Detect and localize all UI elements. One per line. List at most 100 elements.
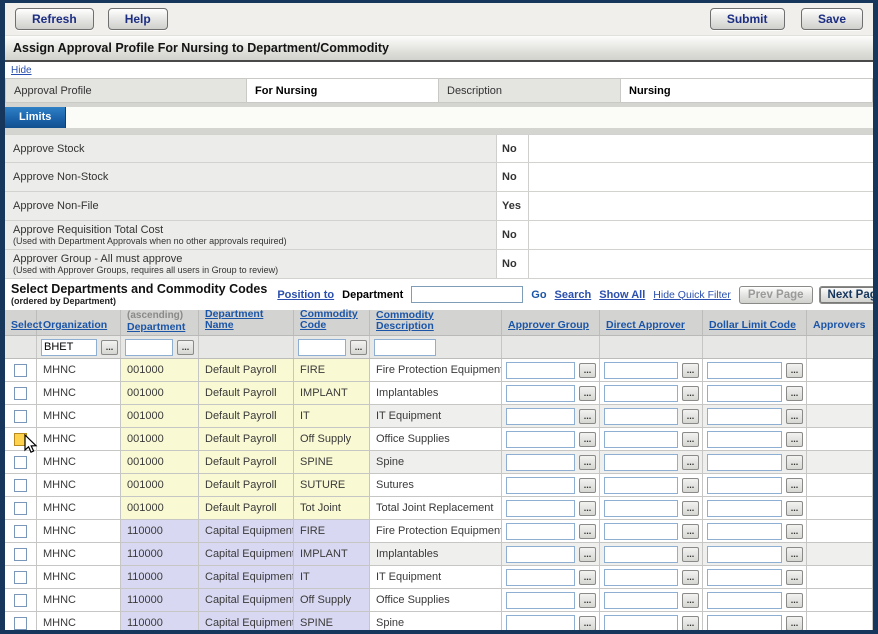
dollar-limit-code-input[interactable] xyxy=(707,408,782,425)
approver-group-input[interactable] xyxy=(506,569,575,586)
header-direct-approver[interactable]: Direct Approver xyxy=(606,320,685,331)
approver-group-lookup-button[interactable]: ... xyxy=(579,363,596,378)
approver-group-input[interactable] xyxy=(506,477,575,494)
filter-commodity-description-input[interactable] xyxy=(374,339,436,356)
approver-group-input[interactable] xyxy=(506,431,575,448)
submit-button[interactable]: Submit xyxy=(710,8,785,30)
approver-group-lookup-button[interactable]: ... xyxy=(579,409,596,424)
tab-limits[interactable]: Limits xyxy=(5,107,66,128)
direct-approver-lookup-button[interactable]: ... xyxy=(682,501,699,516)
filter-organization-input[interactable] xyxy=(41,339,97,356)
position-to-input[interactable] xyxy=(411,286,523,303)
organization-lookup-button[interactable]: ... xyxy=(101,340,118,355)
dollar-limit-lookup-button[interactable]: ... xyxy=(786,547,803,562)
row-checkbox[interactable] xyxy=(14,387,27,400)
direct-approver-input[interactable] xyxy=(604,523,678,540)
go-button[interactable]: Go xyxy=(531,289,546,301)
dollar-limit-code-input[interactable] xyxy=(707,523,782,540)
direct-approver-lookup-button[interactable]: ... xyxy=(682,547,699,562)
dollar-limit-lookup-button[interactable]: ... xyxy=(786,455,803,470)
dollar-limit-code-input[interactable] xyxy=(707,477,782,494)
direct-approver-input[interactable] xyxy=(604,408,678,425)
header-organization[interactable]: Organization xyxy=(43,320,107,331)
dollar-limit-code-input[interactable] xyxy=(707,569,782,586)
approver-group-input[interactable] xyxy=(506,523,575,540)
hide-link[interactable]: Hide xyxy=(11,65,32,76)
direct-approver-input[interactable] xyxy=(604,592,678,609)
row-checkbox[interactable] xyxy=(14,617,27,630)
direct-approver-input[interactable] xyxy=(604,454,678,471)
dollar-limit-lookup-button[interactable]: ... xyxy=(786,432,803,447)
row-checkbox[interactable] xyxy=(14,571,27,584)
dollar-limit-lookup-button[interactable]: ... xyxy=(786,386,803,401)
approver-group-input[interactable] xyxy=(506,546,575,563)
dollar-limit-lookup-button[interactable]: ... xyxy=(786,501,803,516)
position-to-link[interactable]: Position to xyxy=(277,289,334,301)
row-checkbox[interactable] xyxy=(14,433,27,446)
row-checkbox[interactable] xyxy=(14,502,27,515)
filter-department-input[interactable] xyxy=(125,339,173,356)
direct-approver-lookup-button[interactable]: ... xyxy=(682,570,699,585)
dollar-limit-lookup-button[interactable]: ... xyxy=(786,363,803,378)
direct-approver-input[interactable] xyxy=(604,615,678,632)
approver-group-lookup-button[interactable]: ... xyxy=(579,455,596,470)
dollar-limit-lookup-button[interactable]: ... xyxy=(786,593,803,608)
search-link[interactable]: Search xyxy=(555,289,592,301)
dollar-limit-code-input[interactable] xyxy=(707,500,782,517)
dollar-limit-code-input[interactable] xyxy=(707,454,782,471)
row-checkbox[interactable] xyxy=(14,456,27,469)
approver-group-input[interactable] xyxy=(506,592,575,609)
dollar-limit-code-input[interactable] xyxy=(707,615,782,632)
approver-group-lookup-button[interactable]: ... xyxy=(579,616,596,631)
direct-approver-input[interactable] xyxy=(604,500,678,517)
approver-group-lookup-button[interactable]: ... xyxy=(579,524,596,539)
direct-approver-input[interactable] xyxy=(604,477,678,494)
approver-group-input[interactable] xyxy=(506,362,575,379)
direct-approver-lookup-button[interactable]: ... xyxy=(682,386,699,401)
filter-commodity-code-input[interactable] xyxy=(298,339,346,356)
approver-group-lookup-button[interactable]: ... xyxy=(579,570,596,585)
row-checkbox[interactable] xyxy=(14,525,27,538)
dollar-limit-code-input[interactable] xyxy=(707,431,782,448)
row-checkbox[interactable] xyxy=(14,548,27,561)
approver-group-lookup-button[interactable]: ... xyxy=(579,432,596,447)
approver-group-input[interactable] xyxy=(506,500,575,517)
approver-group-input[interactable] xyxy=(506,454,575,471)
approver-group-lookup-button[interactable]: ... xyxy=(579,593,596,608)
dollar-limit-code-input[interactable] xyxy=(707,385,782,402)
direct-approver-lookup-button[interactable]: ... xyxy=(682,432,699,447)
refresh-button[interactable]: Refresh xyxy=(15,8,94,30)
direct-approver-lookup-button[interactable]: ... xyxy=(682,616,699,631)
header-commodity-code[interactable]: Commodity Code xyxy=(300,309,369,331)
approver-group-lookup-button[interactable]: ... xyxy=(579,501,596,516)
approver-group-input[interactable] xyxy=(506,615,575,632)
department-lookup-button[interactable]: ... xyxy=(177,340,194,355)
row-checkbox[interactable] xyxy=(14,479,27,492)
dollar-limit-code-input[interactable] xyxy=(707,362,782,379)
approver-group-input[interactable] xyxy=(506,408,575,425)
prev-page-button[interactable]: Prev Page xyxy=(739,286,813,304)
direct-approver-lookup-button[interactable]: ... xyxy=(682,409,699,424)
header-department-name[interactable]: Department Name xyxy=(205,309,293,331)
dollar-limit-code-input[interactable] xyxy=(707,546,782,563)
approver-group-lookup-button[interactable]: ... xyxy=(579,386,596,401)
header-approver-group[interactable]: Approver Group xyxy=(508,320,589,331)
direct-approver-input[interactable] xyxy=(604,431,678,448)
dollar-limit-lookup-button[interactable]: ... xyxy=(786,409,803,424)
header-commodity-description[interactable]: Commodity Description xyxy=(376,310,448,332)
dollar-limit-lookup-button[interactable]: ... xyxy=(786,524,803,539)
direct-approver-lookup-button[interactable]: ... xyxy=(682,524,699,539)
approver-group-input[interactable] xyxy=(506,385,575,402)
help-button[interactable]: Help xyxy=(108,8,168,30)
hide-quick-filter-link[interactable]: Hide Quick Filter xyxy=(653,289,731,301)
row-checkbox[interactable] xyxy=(14,364,27,377)
dollar-limit-lookup-button[interactable]: ... xyxy=(786,570,803,585)
direct-approver-lookup-button[interactable]: ... xyxy=(682,455,699,470)
direct-approver-input[interactable] xyxy=(604,385,678,402)
commodity-code-lookup-button[interactable]: ... xyxy=(350,340,367,355)
direct-approver-lookup-button[interactable]: ... xyxy=(682,478,699,493)
direct-approver-input[interactable] xyxy=(604,569,678,586)
dollar-limit-code-input[interactable] xyxy=(707,592,782,609)
direct-approver-lookup-button[interactable]: ... xyxy=(682,593,699,608)
header-dollar-limit-code[interactable]: Dollar Limit Code xyxy=(709,320,796,331)
